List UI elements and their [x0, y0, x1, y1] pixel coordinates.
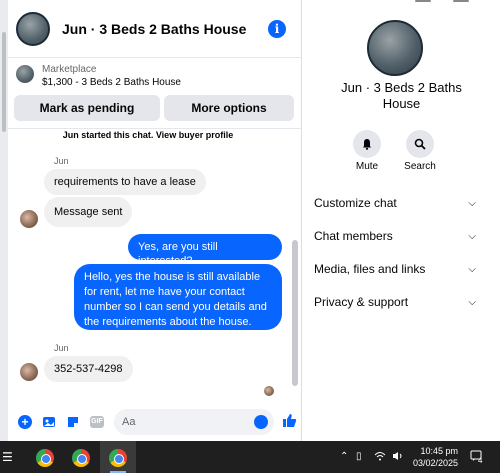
- emoji-icon[interactable]: [254, 415, 268, 429]
- sender-avatar[interactable]: [20, 210, 38, 228]
- background-scrollbar[interactable]: [2, 32, 6, 132]
- chat-avatar[interactable]: [16, 11, 50, 46]
- chevron-down-icon: ⌵: [468, 296, 476, 308]
- chat-details-panel: Jun · 3 Beds 2 Baths House Mute Search C…: [303, 0, 500, 441]
- marketplace-listing-bar: Marketplace $1,300 - 3 Beds 2 Baths Hous…: [8, 59, 302, 129]
- chat-scrollbar[interactable]: [292, 240, 298, 386]
- battery-icon[interactable]: ▯: [356, 451, 362, 462]
- menu-item-label: Customize chat: [314, 196, 397, 210]
- task-view-icon[interactable]: ☰: [2, 450, 13, 464]
- sticker-icon[interactable]: [66, 415, 80, 429]
- message-list[interactable]: Jun started this chat. View buyer profil…: [8, 130, 302, 400]
- clock-time: 10:45 pm: [420, 446, 458, 456]
- outgoing-message[interactable]: Yes, are you still interested?: [128, 234, 282, 267]
- chat-panel: Jun · 3 Beds 2 Baths House i Marketplace…: [8, 0, 302, 441]
- message-input[interactable]: Aa: [114, 409, 274, 435]
- composer-bar: + GIF Aa: [8, 405, 302, 439]
- search-icon[interactable]: [406, 130, 434, 158]
- menu-chat-members[interactable]: Chat members ⌵: [314, 229, 476, 243]
- view-buyer-profile-link[interactable]: View buyer profile: [156, 130, 233, 140]
- mute-label: Mute: [355, 161, 379, 172]
- incoming-message[interactable]: requirements to have a lease: [44, 169, 206, 195]
- search-label: Search: [404, 161, 436, 172]
- profile-name: Jun · 3 Beds 2 Baths House: [341, 80, 462, 111]
- listing-thumbnail[interactable]: [16, 65, 34, 83]
- chat-started-notice: Jun started this chat. View buyer profil…: [8, 130, 288, 140]
- chrome-icon[interactable]: [109, 449, 127, 467]
- gif-icon[interactable]: GIF: [90, 415, 104, 429]
- bell-icon[interactable]: [353, 130, 381, 158]
- message-input-placeholder: Aa: [122, 416, 136, 428]
- chat-header: Jun · 3 Beds 2 Baths House i: [8, 0, 302, 58]
- top-edge-mark: [415, 0, 431, 2]
- chrome-icon[interactable]: [72, 449, 90, 467]
- sender-name: Jun: [54, 156, 69, 166]
- seen-indicator-avatar: [264, 386, 274, 396]
- menu-privacy-support[interactable]: Privacy & support ⌵: [314, 295, 476, 309]
- info-icon[interactable]: i: [268, 19, 286, 38]
- mark-as-pending-button[interactable]: Mark as pending: [14, 95, 160, 121]
- gif-label: GIF: [90, 416, 104, 428]
- wifi-icon[interactable]: [374, 451, 386, 464]
- screen: Jun · 3 Beds 2 Baths House i Marketplace…: [0, 0, 500, 473]
- sender-avatar[interactable]: [20, 363, 38, 381]
- chat-title[interactable]: Jun · 3 Beds 2 Baths House: [62, 21, 268, 37]
- chevron-down-icon: ⌵: [468, 230, 476, 242]
- listing-category: Marketplace: [42, 64, 97, 75]
- incoming-message[interactable]: Message sent: [44, 197, 133, 227]
- clock-date: 03/02/2025: [412, 458, 458, 468]
- menu-customize-chat[interactable]: Customize chat ⌵: [314, 196, 476, 210]
- system-clock[interactable]: 10:45 pm 03/02/2025: [410, 445, 458, 469]
- thumbs-up-icon[interactable]: [282, 413, 297, 432]
- incoming-message[interactable]: 352-537-4298: [44, 356, 133, 382]
- outgoing-message[interactable]: Hello, yes the house is still available …: [74, 264, 282, 330]
- chrome-icon[interactable]: [36, 449, 54, 467]
- sender-name: Jun: [54, 343, 69, 353]
- background-window-edge: [0, 0, 8, 441]
- more-options-button[interactable]: More options: [164, 95, 294, 121]
- chevron-down-icon: ⌵: [468, 263, 476, 275]
- listing-price-title[interactable]: $1,300 - 3 Beds 2 Baths House: [42, 77, 181, 88]
- menu-item-label: Chat members: [314, 229, 393, 243]
- chat-started-text: Jun started this chat.: [62, 130, 154, 140]
- profile-picture[interactable]: [367, 20, 423, 76]
- notification-center-icon[interactable]: 4: [470, 450, 482, 465]
- mute-action[interactable]: Mute: [347, 130, 387, 172]
- menu-media-files-links[interactable]: Media, files and links ⌵: [314, 262, 476, 276]
- chevron-down-icon: ⌵: [468, 197, 476, 209]
- photo-icon[interactable]: [42, 415, 56, 429]
- taskbar: ☰ ⌃ ▯ 10:45 pm 03/02/2025 4: [0, 441, 500, 473]
- plus-icon[interactable]: +: [18, 415, 32, 429]
- top-edge-mark: [453, 0, 469, 2]
- menu-item-label: Privacy & support: [314, 295, 409, 309]
- search-action[interactable]: Search: [400, 130, 440, 172]
- volume-icon[interactable]: [392, 451, 404, 464]
- chevron-up-icon[interactable]: ⌃: [340, 451, 348, 462]
- notification-count: 4: [478, 456, 483, 465]
- menu-item-label: Media, files and links: [314, 262, 426, 276]
